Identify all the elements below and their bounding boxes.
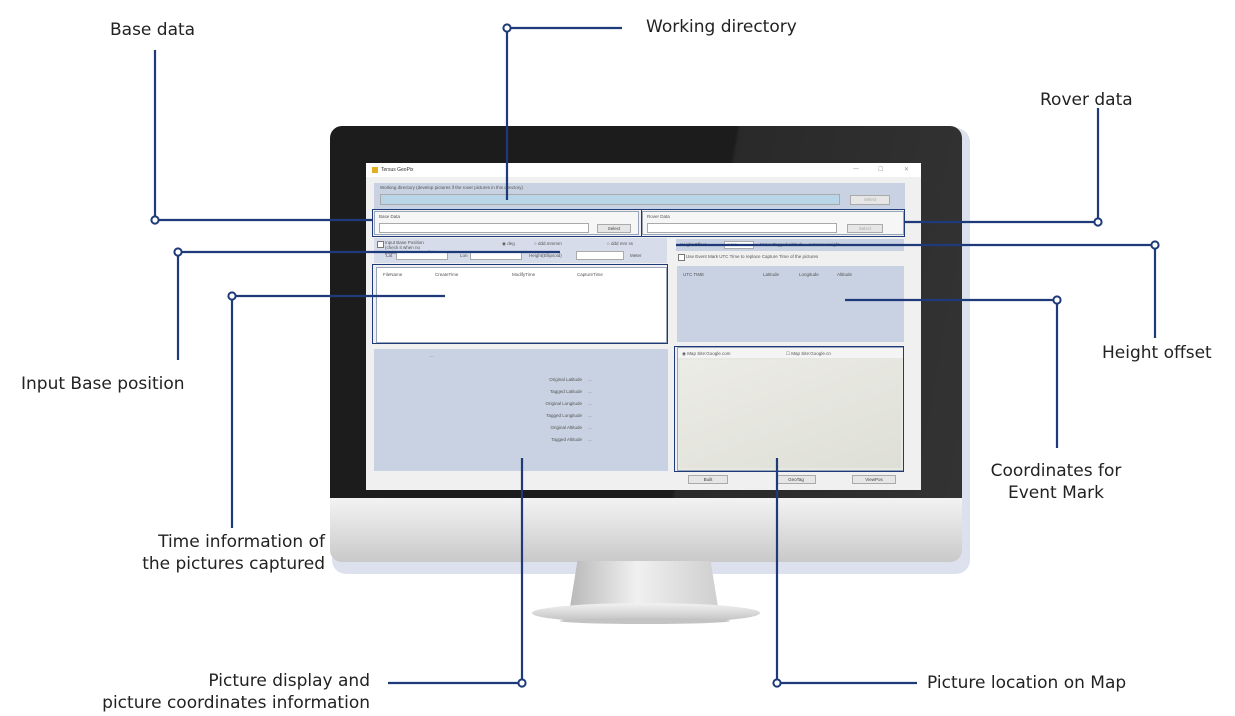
- dot-picture-display: [517, 678, 527, 688]
- callout-time-info: Time information of the pictures capture…: [110, 531, 325, 575]
- dot-input-base: [173, 247, 183, 257]
- callout-input-base-position: Input Base position: [21, 374, 185, 394]
- dot-picture-location: [772, 678, 782, 688]
- dot-rover-data: [1093, 217, 1103, 227]
- line-event-mark: [845, 298, 1059, 448]
- callout-coordinates-line2: Event Mark: [1007, 483, 1105, 503]
- line-rover-data: [905, 108, 1100, 224]
- dot-height-offset: [1150, 240, 1160, 250]
- line-time-info: [230, 294, 445, 528]
- callout-working-directory: Working directory: [646, 17, 797, 37]
- dot-working-directory: [502, 23, 512, 33]
- line-picture-location: [775, 458, 917, 685]
- dot-base-data: [150, 215, 160, 225]
- line-input-base: [176, 250, 560, 360]
- callout-picture-display-line1: Picture display and: [208, 671, 370, 691]
- callout-picture-display: Picture display and picture coordinates …: [50, 670, 370, 714]
- callout-time-info-line2: the pictures captured: [142, 554, 325, 574]
- line-picture-display: [388, 458, 524, 685]
- callout-base-data: Base data: [110, 20, 196, 40]
- dot-time-info: [227, 291, 237, 301]
- line-height-offset: [676, 243, 1157, 338]
- dot-event-mark: [1052, 295, 1062, 305]
- line-base-data: [153, 50, 372, 222]
- callout-coordinates-line1: Coordinates for: [990, 461, 1122, 481]
- callout-picture-display-line2: picture coordinates information: [102, 693, 370, 713]
- callout-rover-data: Rover data: [1040, 90, 1133, 110]
- callout-coordinates-event-mark: Coordinates for Event Mark: [976, 460, 1136, 504]
- callout-height-offset: Height offset: [1102, 343, 1212, 363]
- callout-picture-location: Picture location on Map: [927, 673, 1127, 693]
- line-working-directory: [505, 26, 622, 200]
- callout-time-info-line1: Time information of: [158, 532, 325, 552]
